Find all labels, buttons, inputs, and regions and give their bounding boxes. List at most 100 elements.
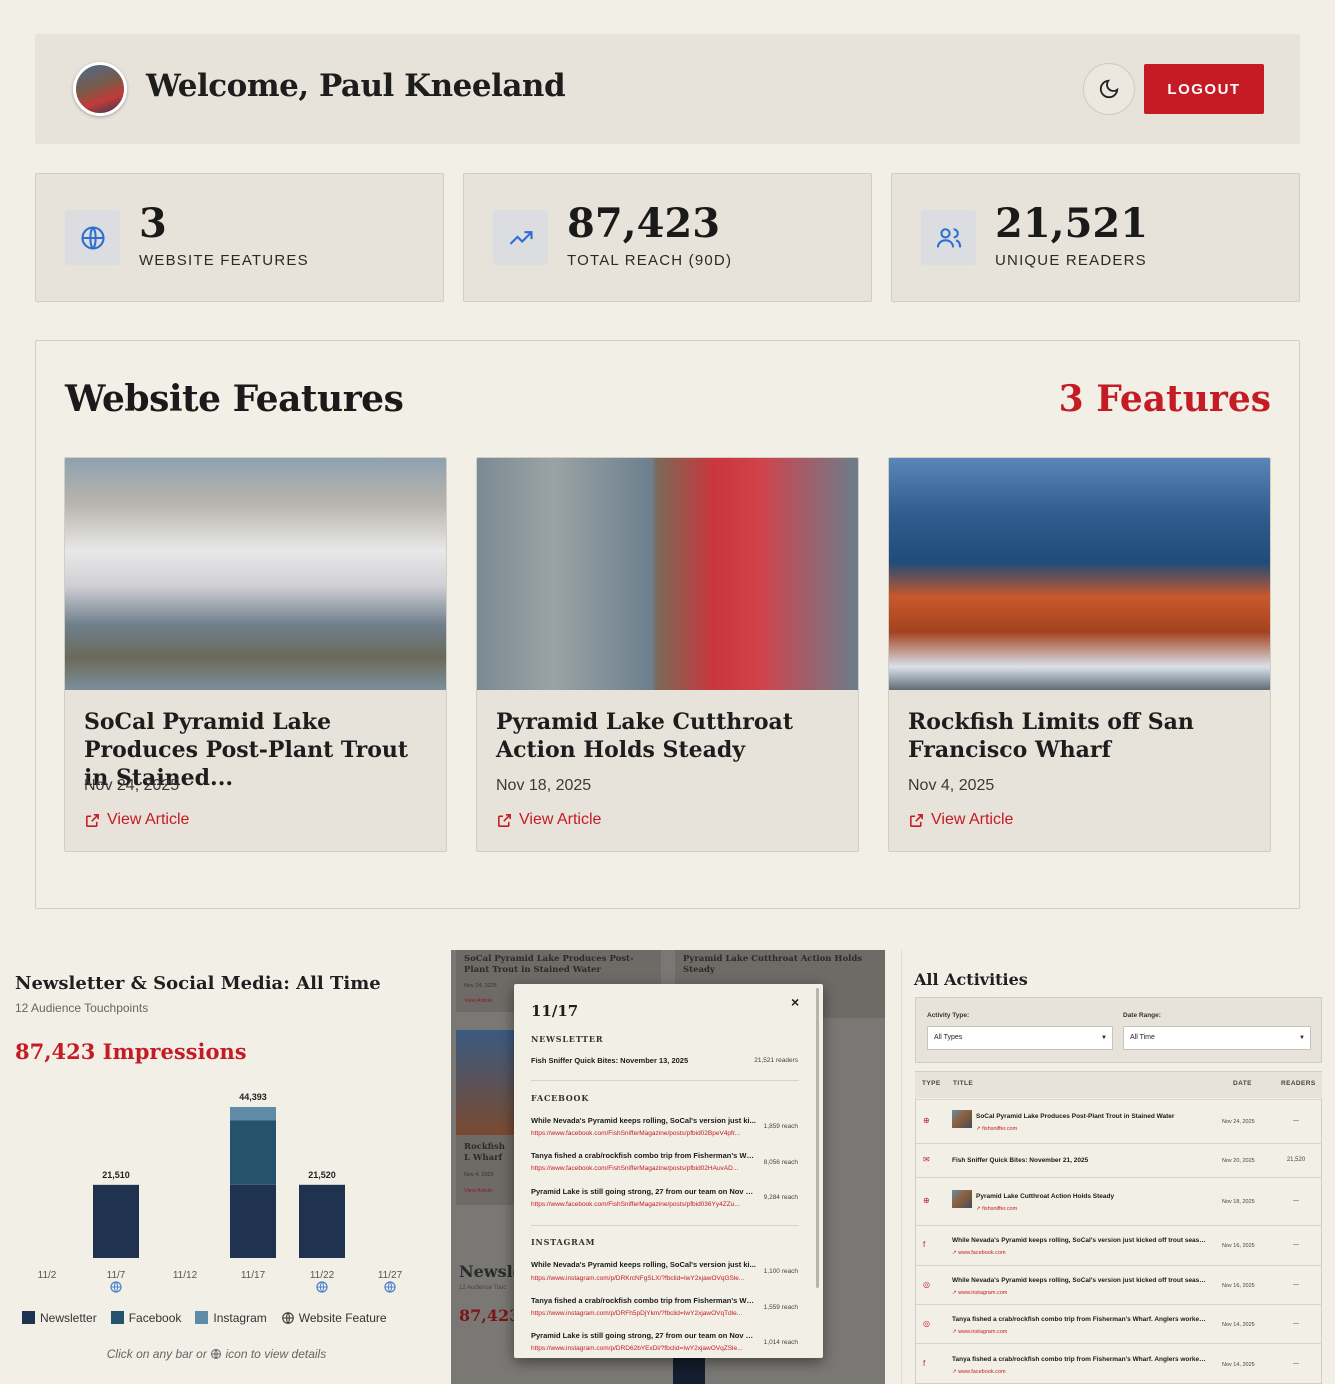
bar-newsletter-11-17[interactable] <box>230 1184 276 1258</box>
globe-icon: ⊕ <box>923 1196 930 1205</box>
modal-item-reach: 21,521 readers <box>754 1057 798 1064</box>
col-readers: READERS <box>1281 1080 1316 1087</box>
modal-item-title: Pyramid Lake is still going strong, 27 f… <box>531 1187 756 1196</box>
bar-newsletter-11-7[interactable] <box>93 1184 139 1258</box>
feature-title: Pyramid Lake Cutthroat Action Holds Stea… <box>496 709 793 763</box>
bar-newsletter-11-22[interactable] <box>299 1184 345 1258</box>
table-row[interactable]: ◎ While Nevada's Pyramid keeps rolling, S… <box>915 1265 1322 1304</box>
feature-image <box>65 458 446 690</box>
feature-date: Nov 24, 2025 <box>84 777 180 794</box>
bg-impressions: 87,423 <box>459 1306 521 1325</box>
bar-total-label: 44,393 <box>239 1092 267 1102</box>
view-article-link[interactable]: View Article <box>908 811 1013 829</box>
bg-card-title: Pyramid Lake Cutthroat Action Holds Stea… <box>683 954 863 975</box>
feature-card[interactable]: Pyramid Lake Cutthroat Action Holds Stea… <box>476 457 859 852</box>
bg-chart-bar <box>673 1355 705 1384</box>
row-source-link[interactable]: ↗ www.instagram.com <box>952 1329 1007 1335</box>
row-date: Nov 18, 2025 <box>1222 1199 1255 1205</box>
row-thumbnail <box>952 1190 972 1208</box>
table-row[interactable]: f Tanya fished a crab/rockfish combo trip… <box>915 1343 1322 1384</box>
row-title: Tanya fished a crab/rockfish combo trip … <box>952 1316 1207 1323</box>
modal-item-title[interactable]: Fish Sniffer Quick Bites: November 13, 2… <box>531 1056 756 1065</box>
modal-scrollbar[interactable] <box>816 988 819 1288</box>
welcome-heading: Welcome, Paul Kneeland <box>146 68 566 104</box>
table-row[interactable]: ⊕ Pyramid Lake Cutthroat Action Holds Ste… <box>915 1177 1322 1225</box>
activity-type-select[interactable]: All Types ▼ <box>927 1026 1113 1050</box>
bar-facebook-11-17[interactable] <box>230 1120 276 1185</box>
modal-item-url[interactable]: https://www.facebook.com/FishSnifferMaga… <box>531 1201 756 1208</box>
instagram-icon: ◎ <box>923 1319 930 1328</box>
row-date: Nov 16, 2025 <box>1222 1283 1255 1289</box>
row-source-link[interactable]: ↗ www.facebook.com <box>952 1369 1006 1375</box>
stat-value: 3 <box>139 200 167 247</box>
mail-icon: ✉ <box>923 1155 930 1164</box>
modal-item-reach: 1,559 reach <box>763 1304 798 1311</box>
row-date: Nov 14, 2025 <box>1222 1322 1255 1328</box>
modal-section-instagram: INSTAGRAM <box>531 1237 596 1247</box>
table-row[interactable]: f While Nevada's Pyramid keeps rolling, S… <box>915 1225 1322 1265</box>
date-range-select[interactable]: All Time ▼ <box>1123 1026 1311 1050</box>
modal-item-title: Tanya fished a crab/rockfish combo trip … <box>531 1296 756 1305</box>
bar-total-label: 21,510 <box>102 1170 130 1180</box>
row-source-link[interactable]: ↗ fishsniffer.com <box>976 1206 1017 1212</box>
bg-card-date: Nov 4, 2025 <box>464 1172 494 1178</box>
detail-modal: 11/17 × NEWSLETTER Fish Sniffer Quick Bi… <box>514 984 823 1358</box>
table-row[interactable]: ◎ Tanya fished a crab/rockfish combo trip… <box>915 1304 1322 1343</box>
feature-image <box>477 458 858 690</box>
logout-button[interactable]: LOGOUT <box>1144 64 1264 114</box>
feature-card[interactable]: SoCal Pyramid Lake Produces Post-Plant T… <box>64 457 447 852</box>
row-source-link[interactable]: ↗ www.instagram.com <box>952 1290 1007 1296</box>
view-article-label: View Article <box>107 811 190 828</box>
external-link-icon <box>498 813 511 827</box>
globe-icon[interactable] <box>316 1281 328 1293</box>
modal-item-reach: 9,284 reach <box>763 1194 798 1201</box>
table-row[interactable]: ⊕ SoCal Pyramid Lake Produces Post-Plant … <box>915 1099 1322 1143</box>
row-title: SoCal Pyramid Lake Produces Post-Plant T… <box>976 1113 1175 1120</box>
feature-card[interactable]: Rockfish Limits off San Francisco Wharf … <box>888 457 1271 852</box>
activity-type-label: Activity Type: <box>927 1012 970 1019</box>
row-date: Nov 16, 2025 <box>1222 1243 1255 1249</box>
view-article-label: View Article <box>931 811 1014 828</box>
chart-hint: Click on any bar or icon to view details <box>106 1347 327 1361</box>
chart-panel-subtitle: 12 Audience Touchpoints <box>15 1001 149 1015</box>
bar-instagram-11-17[interactable] <box>230 1107 276 1121</box>
globe-icon[interactable] <box>110 1281 122 1293</box>
row-title: Pyramid Lake Cutthroat Action Holds Stea… <box>976 1193 1115 1200</box>
x-tick-label: 11/27 <box>378 1270 403 1281</box>
modal-item-url[interactable]: https://www.facebook.com/FishSnifferMaga… <box>531 1130 756 1137</box>
row-date: Nov 14, 2025 <box>1222 1362 1255 1368</box>
modal-item-url[interactable]: https://www.instagram.com/p/DRD62bYExDl/… <box>531 1345 756 1352</box>
globe-icon[interactable] <box>384 1281 396 1293</box>
x-tick-label: 11/2 <box>38 1270 57 1281</box>
bg-chart-subtitle: 12 Audience Touc <box>459 1285 507 1291</box>
modal-item-title: Tanya fished a crab/rockfish combo trip … <box>531 1151 756 1160</box>
view-article-link[interactable]: View Article <box>496 811 601 829</box>
row-readers: — <box>1293 1242 1299 1248</box>
col-title: TITLE <box>953 1080 974 1087</box>
instagram-icon: ◎ <box>923 1280 930 1289</box>
activity-type-value: All Types <box>934 1034 963 1041</box>
row-source-link[interactable]: ↗ fishsniffer.com <box>976 1126 1017 1132</box>
row-readers: — <box>1293 1361 1299 1367</box>
modal-item-url[interactable]: https://www.facebook.com/FishSnifferMaga… <box>531 1165 756 1172</box>
close-icon[interactable]: × <box>791 994 799 1010</box>
row-readers: 21,520 <box>1286 1157 1306 1163</box>
view-article-link[interactable]: View Article <box>84 811 189 829</box>
modal-item-reach: 8,056 reach <box>763 1159 798 1166</box>
row-source-link[interactable]: ↗ www.facebook.com <box>952 1250 1006 1256</box>
stat-label: UNIQUE READERS <box>995 252 1147 269</box>
table-row[interactable]: ✉ Fish Sniffer Quick Bites: November 21, … <box>915 1143 1322 1177</box>
modal-item-url[interactable]: https://www.instagram.com/p/DRKrcNFgSLX/… <box>531 1275 756 1282</box>
avatar <box>73 62 127 116</box>
x-tick-label: 11/22 <box>310 1270 335 1281</box>
modal-item-url[interactable]: https://www.instagram.com/p/DRFh5pDjYkm/… <box>531 1310 756 1317</box>
audience-bar-chart[interactable]: 11/2 21,510 11/7 11/12 44,393 11/17 21,520 11/2… <box>0 1080 433 1300</box>
bg-feature-image <box>456 1030 516 1135</box>
theme-toggle-button[interactable] <box>1083 63 1135 115</box>
x-tick-label: 11/12 <box>173 1270 198 1281</box>
bg-card-title: SoCal Pyramid Lake Produces Post-Plant T… <box>464 954 634 975</box>
moon-icon <box>1099 79 1119 99</box>
col-type: TYPE <box>922 1080 941 1087</box>
modal-item-title: While Nevada's Pyramid keeps rolling, So… <box>531 1116 756 1125</box>
row-thumbnail <box>952 1110 972 1128</box>
